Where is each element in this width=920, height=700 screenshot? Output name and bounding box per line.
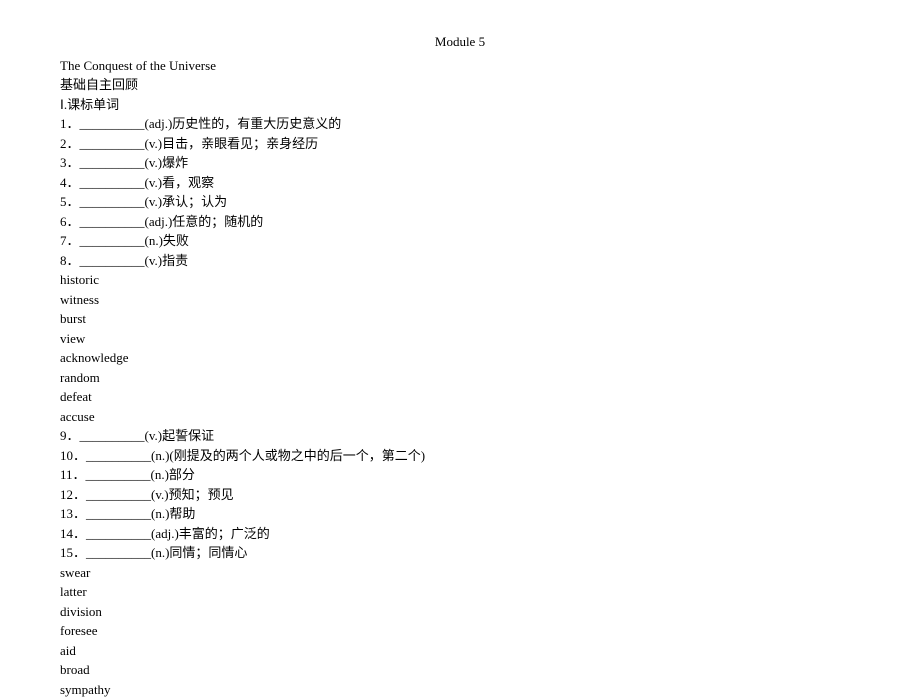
answer-word: random [60,368,860,388]
vocab-item: 13．__________(n.)帮助 [60,504,860,524]
answer-word: sympathy [60,680,860,700]
answer-word: burst [60,309,860,329]
vocab-item: 3．__________(v.)爆炸 [60,153,860,173]
answer-word: aid [60,641,860,661]
vocab-item: 7．__________(n.)失败 [60,231,860,251]
answer-word: swear [60,563,860,583]
vocab-item: 1．__________(adj.)历史性的，有重大历史意义的 [60,114,860,134]
vocab-item: 12．__________(v.)预知；预见 [60,485,860,505]
vocab-item: 15．__________(n.)同情；同情心 [60,543,860,563]
vocab-item: 8．__________(v.)指责 [60,251,860,271]
vocab-item: 14．__________(adj.)丰富的；广泛的 [60,524,860,544]
answer-word: historic [60,270,860,290]
vocab-item: 4．__________(v.)看，观察 [60,173,860,193]
subsection-heading: Ⅰ.课标单词 [60,95,860,115]
answer-word: view [60,329,860,349]
answer-word: witness [60,290,860,310]
section-heading: 基础自主回顾 [60,75,860,95]
vocab-item: 6．__________(adj.)任意的；随机的 [60,212,860,232]
vocab-item: 9．__________(v.)起誓保证 [60,426,860,446]
answer-word: broad [60,660,860,680]
vocab-item: 11．__________(n.)部分 [60,465,860,485]
answer-word: accuse [60,407,860,427]
document-page: Module 5 The Conquest of the Universe 基础… [0,0,920,699]
answer-word: division [60,602,860,622]
document-title: The Conquest of the Universe [60,56,860,76]
answer-word: acknowledge [60,348,860,368]
answer-word: latter [60,582,860,602]
vocab-item: 10．__________(n.)(刚提及的两个人或物之中的后一个，第二个) [60,446,860,466]
answer-word: defeat [60,387,860,407]
vocab-item: 5．__________(v.)承认；认为 [60,192,860,212]
answer-word: foresee [60,621,860,641]
vocab-item: 2．__________(v.)目击，亲眼看见；亲身经历 [60,134,860,154]
module-title: Module 5 [60,32,860,52]
